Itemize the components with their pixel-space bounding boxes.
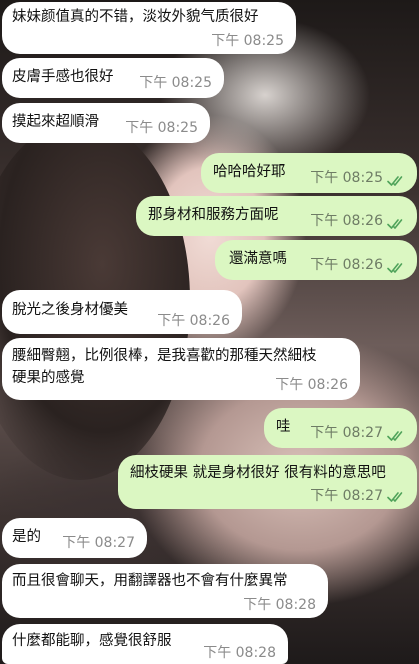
message-timestamp: 下午 08:25 bbox=[139, 75, 212, 91]
message-timestamp: 下午 08:27 bbox=[62, 535, 135, 551]
message-bubble-outgoing[interactable]: 那身材和服務方面呢 下午 08:26 bbox=[136, 196, 417, 236]
message-timestamp: 下午 08:26 bbox=[310, 257, 383, 273]
message-bubble-outgoing[interactable]: 細枝硬果 就是身材很好 很有料的意思吧 下午 08:27 bbox=[118, 455, 417, 509]
message-bubble-incoming[interactable]: 摸起來超順滑 下午 08:25 bbox=[2, 103, 210, 143]
message-bubble-incoming[interactable]: 脫光之後身材優美 下午 08:26 bbox=[2, 290, 242, 334]
message-timestamp: 下午 08:26 bbox=[310, 213, 383, 229]
message-timestamp: 下午 08:26 bbox=[275, 377, 348, 393]
double-check-icon bbox=[387, 263, 403, 273]
message-timestamp: 下午 08:27 bbox=[310, 488, 383, 504]
double-check-icon bbox=[387, 431, 403, 441]
message-bubble-outgoing[interactable]: 哈哈哈好耶 下午 08:25 bbox=[201, 153, 417, 193]
message-bubble-incoming[interactable]: 什麼都能聊，感覺很舒服 下午 08:28 bbox=[2, 624, 288, 664]
message-bubble-outgoing[interactable]: 還滿意嗎 下午 08:26 bbox=[215, 240, 417, 280]
message-bubble-incoming[interactable]: 腰細臀翹，比例很棒，是我喜歡的那種天然細枝 硬果的感覺 下午 08:26 bbox=[2, 338, 360, 400]
message-timestamp: 下午 08:26 bbox=[157, 313, 230, 329]
double-check-icon bbox=[387, 176, 403, 186]
message-bubble-incoming[interactable]: 皮膚手感也很好 下午 08:25 bbox=[2, 58, 224, 98]
message-timestamp: 下午 08:25 bbox=[125, 120, 198, 136]
message-bubble-outgoing[interactable]: 哇 下午 08:27 bbox=[264, 408, 417, 448]
message-bubble-incoming[interactable]: 妹妹颜值真的不错，淡妆外貌气质很好 下午 08:25 bbox=[2, 2, 296, 54]
message-timestamp: 下午 08:28 bbox=[203, 645, 276, 661]
message-text: 而且很會聊天，用翻譯器也不會有什麼異常 bbox=[12, 573, 288, 589]
double-check-icon bbox=[387, 219, 403, 229]
message-timestamp: 下午 08:25 bbox=[211, 33, 284, 49]
double-check-icon bbox=[387, 492, 403, 502]
message-bubble-incoming[interactable]: 是的 下午 08:27 bbox=[2, 518, 147, 558]
message-timestamp: 下午 08:28 bbox=[243, 597, 316, 613]
message-bubble-incoming[interactable]: 而且很會聊天，用翻譯器也不會有什麼異常 下午 08:28 bbox=[2, 564, 328, 618]
message-timestamp: 下午 08:25 bbox=[310, 170, 383, 186]
message-timestamp: 下午 08:27 bbox=[310, 425, 383, 441]
message-text: 妹妹颜值真的不错，淡妆外貌气质很好 bbox=[12, 9, 259, 25]
message-text: 腰細臀翹，比例很棒，是我喜歡的那種天然細枝 bbox=[12, 348, 317, 364]
message-text: 細枝硬果 就是身材很好 很有料的意思吧 bbox=[130, 465, 386, 481]
